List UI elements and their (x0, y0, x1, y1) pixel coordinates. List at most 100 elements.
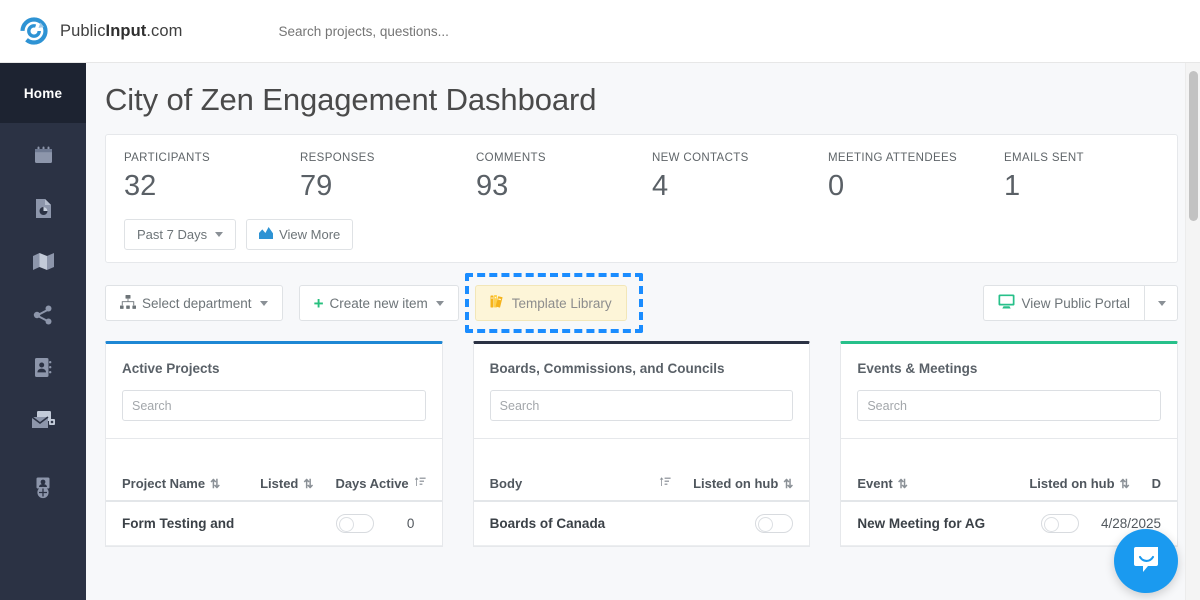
chevron-down-icon (436, 301, 444, 306)
address-book-icon (34, 357, 52, 378)
select-department-label: Select department (142, 296, 252, 311)
view-public-portal-button[interactable]: View Public Portal (983, 285, 1144, 321)
view-public-portal-label: View Public Portal (1021, 296, 1130, 311)
cell-listed-on-hub (755, 514, 793, 533)
brand-prefix: Public (60, 22, 106, 40)
date-range-dropdown[interactable]: Past 7 Days (124, 219, 236, 250)
brand-bold: Input (106, 22, 147, 40)
column-label: Event (857, 477, 892, 492)
main-content: City of Zen Engagement Dashboard PARTICI… (86, 63, 1200, 600)
template-library-label: Template Library (512, 296, 612, 311)
sort-amount-icon[interactable] (659, 476, 671, 492)
books-icon (490, 294, 506, 312)
sort-amount-icon[interactable] (414, 476, 426, 492)
listed-on-hub-toggle[interactable] (1041, 514, 1079, 533)
sort-updown-icon[interactable]: ⇅ (898, 478, 908, 492)
panel-boards-commissions-councils: Boards, Commissions, and Councils Body (473, 341, 811, 547)
stat-value: 0 (828, 172, 1004, 201)
listed-toggle[interactable] (336, 514, 374, 533)
view-more-button[interactable]: View More (246, 219, 353, 250)
cell-event-name: New Meeting for AG (857, 516, 1041, 531)
column-body[interactable]: Body (490, 477, 659, 492)
column-listed-on-hub[interactable]: Listed on hub ⇅ (1029, 477, 1129, 492)
table-row[interactable]: Boards of Canada (474, 502, 810, 546)
search-input[interactable] (122, 390, 426, 421)
global-search-input[interactable] (279, 24, 599, 39)
sidebar-item-contacts[interactable] (0, 341, 86, 394)
sidebar-item-share[interactable] (0, 288, 86, 341)
column-event[interactable]: Event ⇅ (857, 477, 1029, 492)
column-listed[interactable]: Listed ⇅ (260, 477, 313, 492)
top-navigation-bar: PublicInput.com (0, 0, 1200, 63)
stat-value: 79 (300, 172, 476, 201)
view-public-portal-dropdown-toggle[interactable] (1144, 285, 1178, 321)
stat-meeting-attendees: MEETING ATTENDEES 0 (828, 152, 1004, 201)
column-project-name[interactable]: Project Name ⇅ (122, 477, 260, 492)
panel-events-meetings: Events & Meetings Event ⇅ Listed on hub … (840, 341, 1178, 547)
badge-settings-icon (33, 477, 53, 499)
column-date[interactable]: D (1152, 477, 1161, 492)
search-input[interactable] (490, 390, 794, 421)
engagement-stats-card: PARTICIPANTS 32 RESPONSES 79 COMMENTS 93… (105, 134, 1178, 263)
stat-label: MEETING ATTENDEES (828, 152, 1004, 164)
chat-launcher-button[interactable] (1114, 529, 1178, 593)
column-listed-on-hub[interactable]: Listed on hub ⇅ (693, 477, 793, 492)
brand-wordmark: PublicInput.com (60, 22, 183, 41)
stat-value: 93 (476, 172, 652, 201)
template-library-wrapper: Template Library (475, 285, 627, 321)
calendar-icon (33, 145, 54, 166)
sort-updown-icon[interactable]: ⇅ (210, 478, 220, 492)
brand-suffix: .com (146, 22, 182, 40)
chevron-down-icon (215, 232, 223, 237)
column-days-active[interactable]: Days Active (335, 476, 425, 492)
stat-label: PARTICIPANTS (124, 152, 300, 164)
column-label: Body (490, 477, 523, 492)
panel-active-projects: Active Projects Project Name ⇅ Listed ⇅ … (105, 341, 443, 547)
sort-updown-icon[interactable]: ⇅ (303, 478, 313, 492)
share-nodes-icon (33, 305, 53, 325)
stats-row: PARTICIPANTS 32 RESPONSES 79 COMMENTS 93… (106, 152, 1177, 201)
column-label: Listed on hub (1029, 477, 1114, 492)
stat-label: COMMENTS (476, 152, 652, 164)
sort-updown-icon[interactable]: ⇅ (1120, 478, 1130, 492)
stat-participants: PARTICIPANTS 32 (124, 152, 300, 201)
view-more-label: View More (279, 227, 340, 242)
column-body-sort[interactable] (659, 476, 671, 492)
table-header-row: Event ⇅ Listed on hub ⇅ D (841, 438, 1177, 502)
select-department-dropdown[interactable]: Select department (105, 285, 283, 321)
sidebar-spacer (0, 447, 86, 461)
template-library-button[interactable]: Template Library (475, 285, 627, 321)
mail-stack-icon (31, 410, 56, 431)
stat-comments: COMMENTS 93 (476, 152, 652, 201)
panel-title: Boards, Commissions, and Councils (474, 344, 810, 376)
panel-search (474, 376, 810, 438)
sidebar-item-calendar[interactable] (0, 129, 86, 182)
listed-on-hub-toggle[interactable] (755, 514, 793, 533)
table-row[interactable]: Form Testing and 0 (106, 502, 442, 546)
stat-label: NEW CONTACTS (652, 152, 828, 164)
sidebar-item-settings[interactable] (0, 461, 86, 514)
page-scrollbar-thumb[interactable] (1189, 71, 1198, 221)
column-label: Days Active (335, 477, 408, 492)
sidebar-item-email[interactable] (0, 394, 86, 447)
page-title: City of Zen Engagement Dashboard (86, 63, 1200, 128)
cell-listed-on-hub (1041, 514, 1079, 533)
stat-value: 32 (124, 172, 300, 201)
sidebar-item-reports[interactable] (0, 182, 86, 235)
table-header-row: Body Listed on hub ⇅ (474, 438, 810, 502)
brand[interactable]: PublicInput.com (20, 17, 183, 45)
panel-search (841, 376, 1177, 438)
page-scrollbar-track[interactable] (1185, 63, 1200, 600)
sidebar-item-map[interactable] (0, 235, 86, 288)
sidebar-item-home[interactable]: Home (0, 63, 86, 123)
action-toolbar: Select department + Create new item (105, 285, 1178, 321)
toolbar-right-group: View Public Portal (983, 285, 1178, 321)
create-new-item-dropdown[interactable]: + Create new item (299, 285, 459, 321)
map-icon (32, 252, 55, 271)
sort-updown-icon[interactable]: ⇅ (783, 478, 793, 492)
stat-responses: RESPONSES 79 (300, 152, 476, 201)
intercom-chat-icon (1131, 545, 1161, 578)
stat-new-contacts: NEW CONTACTS 4 (652, 152, 828, 201)
plus-icon: + (314, 295, 324, 312)
search-input[interactable] (857, 390, 1161, 421)
